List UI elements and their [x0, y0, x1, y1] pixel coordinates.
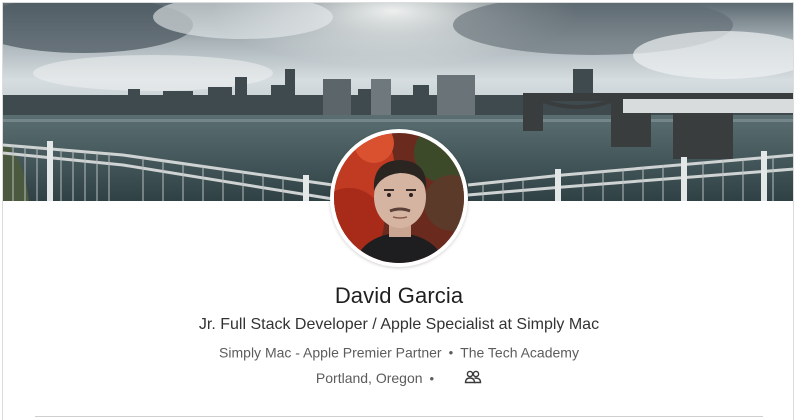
current-company-link[interactable]: Simply Mac - Apple Premier Partner [219, 344, 442, 360]
section-divider [35, 416, 763, 417]
profile-location-row: Portland, Oregon • [3, 370, 793, 386]
avatar[interactable] [334, 133, 464, 263]
people-icon[interactable] [464, 370, 482, 384]
profile-photo-frame[interactable] [330, 129, 468, 267]
separator-dot: • [448, 344, 454, 360]
education-link[interactable]: The Tech Academy [460, 344, 579, 360]
separator-dot: • [429, 371, 435, 386]
profile-card: David Garcia Jr. Full Stack Developer / … [2, 2, 794, 420]
profile-location: Portland, Oregon [315, 370, 423, 386]
profile-headline: Jr. Full Stack Developer / Apple Special… [198, 316, 600, 333]
profile-name: David Garcia [334, 283, 464, 308]
profile-affiliations: Simply Mac - Apple Premier Partner • The T… [3, 343, 793, 360]
